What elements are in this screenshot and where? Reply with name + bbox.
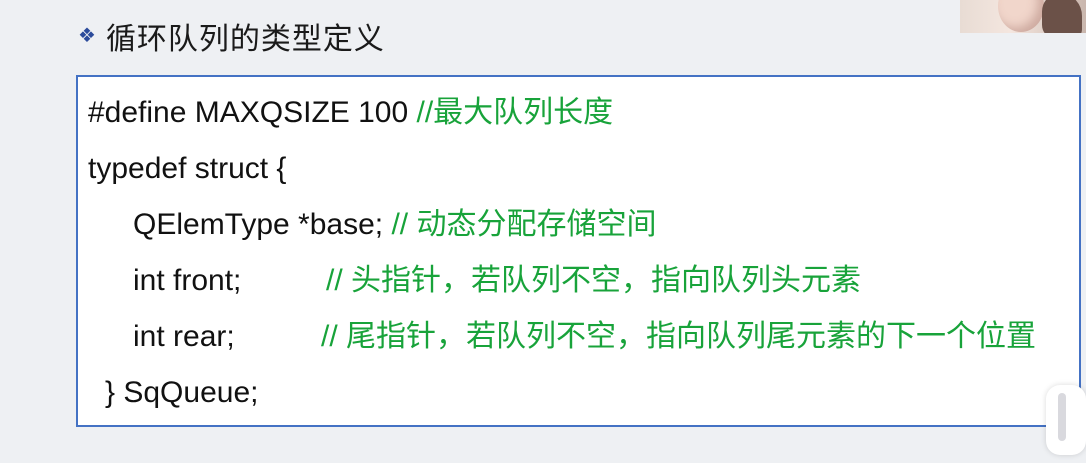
base-field: QElemType *base;	[133, 208, 392, 241]
code-line-front: int front; // 头指针，若队列不空，指向队列头元素	[133, 263, 1073, 299]
typedef-statement: typedef struct {	[88, 152, 287, 185]
slide-title: 循环队列的类型定义	[105, 23, 385, 56]
front-field: int front;	[133, 264, 242, 297]
code-line-typedef: typedef struct {	[88, 151, 286, 187]
define-statement: #define MAXQSIZE 100	[88, 96, 417, 129]
code-line-rear: int rear; // 尾指针，若队列不空，指向队列尾元素的下一个位置	[133, 319, 1078, 355]
handle-grip-icon	[1058, 393, 1066, 441]
diamond-bullet-icon: ❖	[78, 25, 96, 47]
code-line-base: QElemType *base; // 动态分配存储空间	[133, 207, 656, 243]
front-comment: // 头指针，若队列不空，指向队列头元素	[326, 264, 862, 297]
code-line-sqqueue: } SqQueue;	[105, 375, 258, 411]
code-block: #define MAXQSIZE 100 //最大队列长度 typedef st…	[76, 75, 1081, 427]
presenter-hair	[1042, 0, 1082, 33]
struct-close: } SqQueue;	[105, 376, 259, 409]
rear-field: int rear;	[133, 320, 235, 353]
base-comment: // 动态分配存储空间	[391, 208, 657, 241]
define-comment: //最大队列长度	[416, 96, 614, 129]
floating-side-handle[interactable]	[1046, 385, 1086, 455]
rear-comment: // 尾指针，若队列不空，指向队列尾元素的下一个位置	[321, 320, 1037, 353]
webcam-overlay	[960, 0, 1086, 33]
slide-heading: ❖ 循环队列的类型定义	[78, 16, 385, 56]
presenter-face	[998, 0, 1044, 32]
code-line-define: #define MAXQSIZE 100 //最大队列长度	[88, 95, 613, 131]
